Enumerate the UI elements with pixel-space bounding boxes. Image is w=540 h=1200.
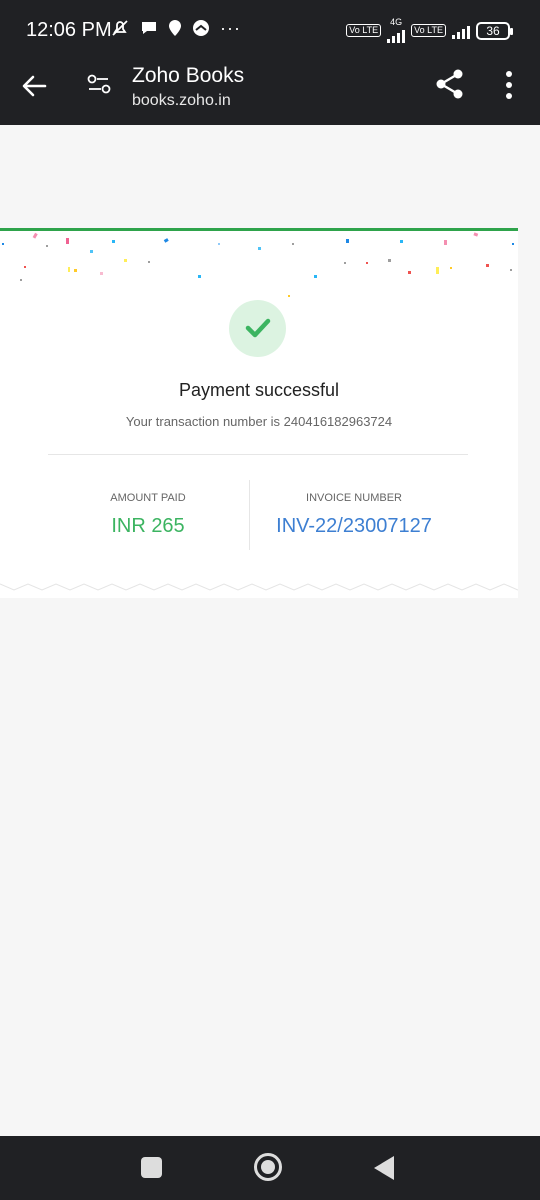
share-icon[interactable]: [434, 68, 466, 100]
mute-bell-icon: [112, 20, 128, 36]
amount-paid-value: INR 265: [111, 515, 185, 537]
payment-status-title: Payment successful: [178, 380, 340, 400]
home-button[interactable]: [254, 1153, 282, 1181]
chat-bubble-icon: [142, 22, 156, 34]
network-4g-label: 4G: [390, 17, 403, 27]
divider: [48, 454, 468, 455]
signal-icon-2: [452, 23, 470, 39]
confetti-decoration: [2, 232, 514, 297]
invoice-number-link[interactable]: INV-22/23007127: [254, 515, 454, 538]
app-bar: Zoho Books books.zoho.in: [0, 56, 540, 125]
torn-edge-decoration: [0, 576, 518, 591]
recent-apps-button[interactable]: [141, 1157, 162, 1178]
more-notifications: ···: [220, 18, 241, 38]
vertical-divider: [249, 480, 250, 550]
more-options-icon[interactable]: [497, 69, 521, 101]
notification-icons: [110, 18, 210, 38]
success-check-icon: [229, 300, 286, 357]
back-button[interactable]: [374, 1156, 394, 1180]
swiggy-icon: [169, 20, 181, 36]
amount-paid-label: AMOUNT PAID: [110, 492, 186, 504]
network-4g: 4G: [387, 17, 406, 43]
page-url[interactable]: books.zoho.in: [132, 92, 231, 110]
site-settings-icon[interactable]: [86, 71, 112, 97]
app-circle-icon: [193, 20, 209, 36]
transaction-prefix: Your transaction number is: [125, 414, 281, 429]
lte-badge-2: Vo LTE: [411, 24, 446, 37]
page-title: Zoho Books: [132, 64, 245, 87]
back-arrow-icon[interactable]: [18, 70, 50, 102]
status-bar: 12:06 PM ··· Vo LTE 4G Vo LTE 36: [0, 0, 540, 56]
transaction-number: 240416182963724: [283, 414, 393, 429]
system-nav-bar: [0, 1136, 540, 1200]
transaction-line: Your transaction number is 2404161829637…: [0, 414, 518, 429]
signal-icon-1: [387, 27, 406, 43]
payment-receipt-card: Payment successful Your transaction numb…: [0, 228, 518, 598]
battery-icon: 36: [476, 21, 513, 40]
status-time: 12:06 PM: [26, 19, 112, 41]
status-right: Vo LTE 4G Vo LTE 36: [346, 17, 513, 43]
lte-badge-1: Vo LTE: [346, 24, 382, 37]
invoice-number-label: INVOICE NUMBER: [306, 492, 402, 504]
